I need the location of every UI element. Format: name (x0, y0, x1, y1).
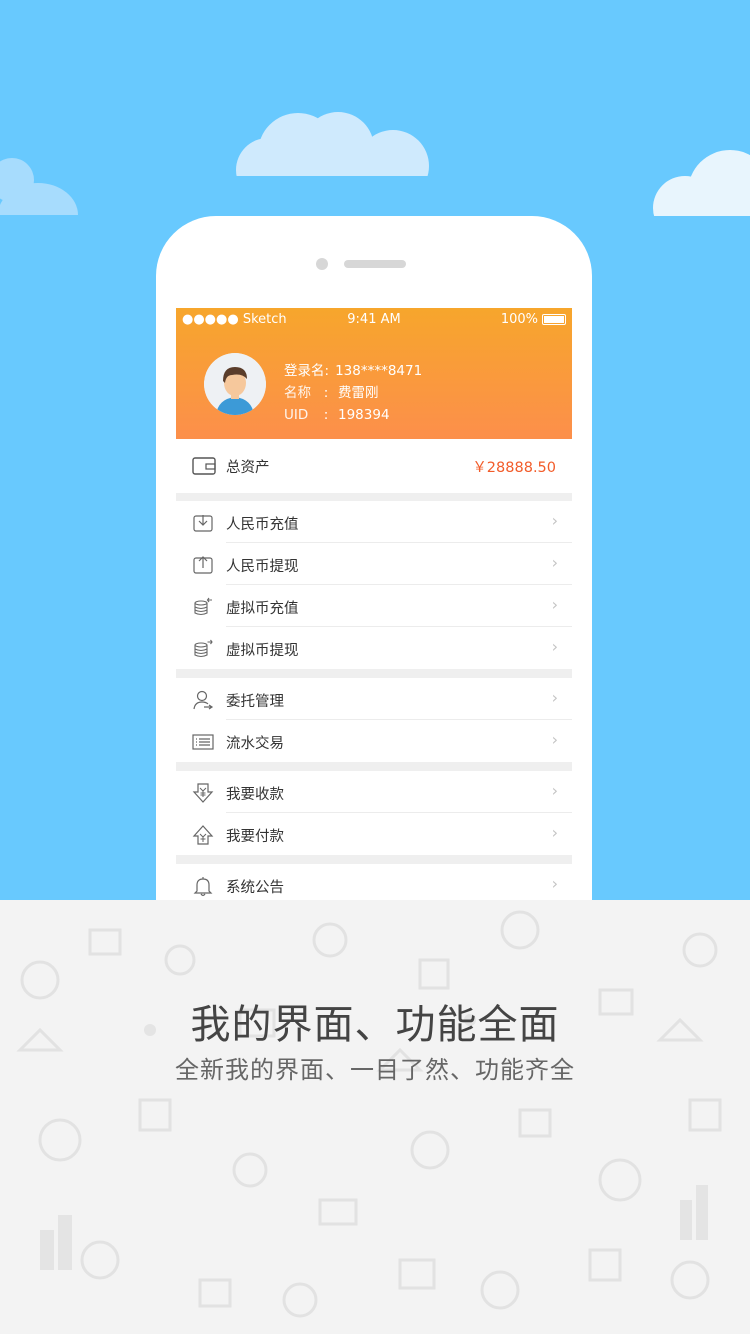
menu-label: 人民币提现 (226, 559, 299, 575)
uid-value: 198394 (338, 407, 390, 423)
menu-receive-payment[interactable]: 我要收款 › (176, 771, 572, 813)
phone-mockup: ●●●●● Sketch 9:41 AM 100% 登录名: 138****84… (156, 216, 592, 976)
name-sep: : (323, 385, 329, 401)
chevron-right-icon: › (551, 637, 558, 656)
menu-make-payment[interactable]: 我要付款 › (176, 813, 572, 855)
user-hand-icon (193, 690, 214, 710)
cloud-center (228, 112, 438, 178)
download-box-icon (193, 515, 213, 532)
chevron-right-icon: › (551, 511, 558, 530)
camera-dot (316, 258, 328, 270)
menu-label: 人民币充值 (226, 517, 299, 533)
speaker-slot (344, 260, 406, 268)
name-label: 名称 (284, 385, 311, 401)
menu-crypto-deposit[interactable]: 虚拟币充值 › (176, 585, 572, 627)
pay-yen-icon (192, 825, 214, 845)
battery-icon (542, 314, 566, 325)
menu-label: 虚拟币提现 (226, 643, 299, 659)
chevron-right-icon: › (551, 823, 558, 842)
chevron-right-icon: › (551, 688, 558, 707)
promo-subtitle: 全新我的界面、一目了然、功能齐全 (175, 1056, 575, 1084)
menu-label: 虚拟币充值 (226, 601, 299, 617)
chevron-right-icon: › (551, 553, 558, 572)
doodle-pattern-background (16, 910, 722, 1318)
uid-label: UID (284, 407, 309, 423)
menu-label: 我要付款 (226, 829, 284, 845)
section-divider (176, 762, 572, 771)
list-icon (192, 734, 214, 750)
name-value: 费雷刚 (338, 385, 379, 401)
coin-stack-in-icon (194, 597, 212, 616)
menu-label: 委托管理 (226, 694, 284, 710)
total-assets-row[interactable]: 总资产 ￥28888.50 (176, 439, 572, 493)
status-bar: ●●●●● Sketch 9:41 AM 100% (176, 308, 572, 332)
menu-crypto-withdraw[interactable]: 虚拟币提现 › (176, 627, 572, 669)
cloud-left (0, 158, 80, 230)
avatar[interactable] (204, 353, 266, 415)
uid-sep: : (323, 407, 329, 423)
section-divider (176, 493, 572, 501)
app-screen: ●●●●● Sketch 9:41 AM 100% 登录名: 138****84… (176, 308, 572, 976)
person-avatar-icon (204, 353, 266, 415)
receive-yen-icon (192, 783, 214, 803)
promo-title: 我的界面、功能全面 (190, 1002, 560, 1048)
upload-box-icon (193, 556, 213, 574)
wallet-icon (192, 457, 216, 475)
menu-transaction-flow[interactable]: 流水交易 › (176, 720, 572, 762)
login-value: 138****8471 (335, 363, 423, 379)
total-assets-value: ￥28888.50 (472, 460, 556, 476)
menu-entrust-management[interactable]: 委托管理 › (176, 678, 572, 720)
user-info: 登录名: 138****8471 名称 : 费雷刚 UID : 198394 (284, 360, 422, 426)
chevron-right-icon: › (551, 781, 558, 800)
section-divider (176, 669, 572, 678)
chevron-right-icon: › (551, 595, 558, 614)
chevron-right-icon: › (551, 874, 558, 893)
profile-header: ●●●●● Sketch 9:41 AM 100% 登录名: 138****84… (176, 308, 572, 439)
bell-icon (193, 877, 213, 897)
menu-cny-deposit[interactable]: 人民币充值 › (176, 501, 572, 543)
total-assets-label: 总资产 (226, 460, 270, 476)
login-label: 登录名: (284, 363, 330, 379)
menu-cny-withdraw[interactable]: 人民币提现 › (176, 543, 572, 585)
menu-label: 系统公告 (226, 880, 284, 896)
menu-label: 我要收款 (226, 787, 284, 803)
battery-status: 100% (501, 312, 566, 327)
cloud-right (645, 150, 750, 218)
battery-percent: 100% (500, 312, 538, 327)
chevron-right-icon: › (551, 730, 558, 749)
menu-label: 流水交易 (226, 736, 284, 752)
coin-stack-out-icon (194, 639, 213, 658)
promo-panel (0, 900, 750, 1334)
section-divider (176, 855, 572, 864)
